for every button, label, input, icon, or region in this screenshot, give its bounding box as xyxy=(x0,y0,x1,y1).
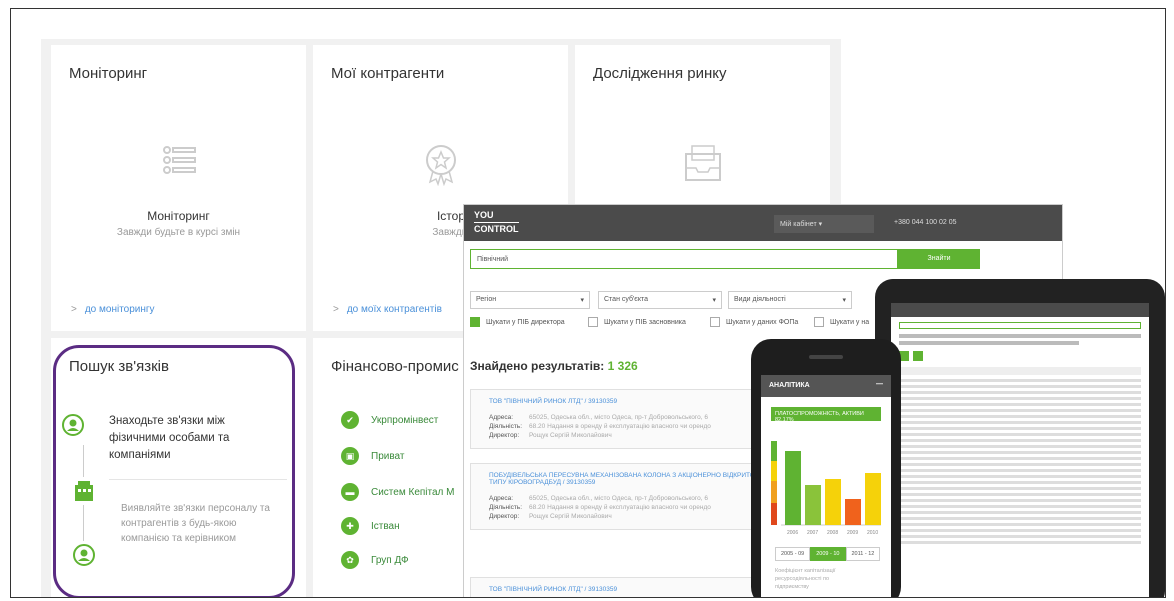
card-monitoring[interactable]: Моніторинг Моніторинг Завжди будьте в ку… xyxy=(51,45,306,331)
cabinet-dropdown[interactable]: Мій кабінет ▾ xyxy=(774,215,874,233)
phone-header: АНАЛІТИКА — xyxy=(761,375,891,397)
checkbox-founder[interactable]: Шукати у ПІБ засновника xyxy=(588,317,686,327)
chevron-down-icon: ▾ xyxy=(842,297,846,304)
checkbox-other[interactable]: Шукати у на xyxy=(814,317,869,327)
phone-caption: Коефіцієнт капіталізації ресурсодіяльнос… xyxy=(775,568,836,590)
checkbox-icon xyxy=(710,317,720,327)
result-title[interactable]: ТОВ "ПІВНІЧНИЙ РИНОК ЛТД" / 39130359 xyxy=(489,398,781,405)
checkbox-checked-icon xyxy=(470,317,480,327)
tablet-screen xyxy=(891,303,1149,597)
group-logo-icon: ✔ xyxy=(341,411,359,429)
chevron-right-icon: > xyxy=(333,304,339,315)
search-button[interactable]: Знайти xyxy=(898,249,980,269)
screenshot-frame: Моніторинг Моніторинг Завжди будьте в ку… xyxy=(10,8,1166,598)
year-label: 2009 xyxy=(847,530,858,536)
list-icon xyxy=(162,146,196,174)
year-label: 2008 xyxy=(827,530,838,536)
results-count: Знайдено результатів: 1 326 xyxy=(470,359,638,373)
award-icon xyxy=(425,145,456,186)
inbox-icon xyxy=(684,145,721,181)
tab-period-1[interactable]: 2005 - 09 xyxy=(775,547,811,561)
result-title[interactable]: ТОВ "ПІВНІЧНИЙ РИНОК ЛТД" / 39130359 xyxy=(489,586,781,593)
phone-screen: АНАЛІТИКА — ПЛАТОСПРОМОЖНІСТЬ, АКТИВИ 82,… xyxy=(761,375,891,597)
finance-item[interactable]: ✔ Укрпромінвест xyxy=(341,411,438,429)
bar-chart: 2006 2007 2008 2009 2010 xyxy=(771,441,881,536)
checkbox-fop[interactable]: Шукати у даних ФОПа xyxy=(710,317,798,327)
menu-icon[interactable]: — xyxy=(876,381,883,388)
card-title: Мої контрагенти xyxy=(331,65,445,82)
chevron-down-icon: ▾ xyxy=(580,297,584,304)
phone-device: АНАЛІТИКА — ПЛАТОСПРОМОЖНІСТЬ, АКТИВИ 82,… xyxy=(751,339,901,597)
chevron-down-icon: ▾ xyxy=(818,221,823,228)
year-label: 2010 xyxy=(867,530,878,536)
counterparties-link[interactable]: > до моїх контрагентів xyxy=(333,304,442,315)
group-logo-icon: ▣ xyxy=(341,447,359,465)
result-title[interactable]: ПОБУДІВЕЛЬСЬКА ПЕРЕСУВНА МЕХАНІЗОВАНА КО… xyxy=(489,472,781,486)
checkbox-icon xyxy=(588,317,598,327)
activity-select[interactable]: Види діяльності ▾ xyxy=(728,291,852,309)
year-label: 2007 xyxy=(807,530,818,536)
chevron-down-icon: ▾ xyxy=(712,297,716,304)
card-title: Моніторинг xyxy=(69,65,148,82)
card-heading: Моніторинг xyxy=(147,209,210,223)
status-select[interactable]: Стан суб'єкта ▾ xyxy=(598,291,722,309)
monitoring-link[interactable]: > до моніторингу xyxy=(71,304,155,315)
region-select[interactable]: Регіон ▾ xyxy=(470,291,590,309)
finance-item[interactable]: ▬ Систем Кепітал М xyxy=(341,483,455,501)
chevron-right-icon: > xyxy=(71,304,77,315)
tab-period-3[interactable]: 2011 - 12 xyxy=(845,547,881,561)
tab-period-2[interactable]: 2009 - 10 xyxy=(810,547,846,561)
checkbox-director[interactable]: Шукати у ПІБ директора xyxy=(470,317,565,327)
relations-highlight xyxy=(53,345,295,597)
year-label: 2006 xyxy=(787,530,798,536)
search-input[interactable]: Північний xyxy=(470,249,898,269)
group-logo-icon: ▬ xyxy=(341,483,359,501)
card-title: Фінансово-промис xyxy=(331,358,459,375)
finance-item[interactable]: ✿ Груп ДФ xyxy=(341,551,409,569)
tablet-header xyxy=(891,303,1149,317)
group-logo-icon: ✿ xyxy=(341,551,359,569)
card-subtitle: Завжди будьте в курсі змін xyxy=(116,227,241,238)
period-tabs: 2005 - 09 2009 - 10 2011 - 12 xyxy=(775,547,881,561)
desktop-header: YOU CONTROL Мій кабінет ▾ +380 044 100 02… xyxy=(464,205,1062,241)
logo: YOU CONTROL xyxy=(474,210,519,234)
solvency-badge: ПЛАТОСПРОМОЖНІСТЬ, АКТИВИ 82,17% xyxy=(771,407,881,423)
card-title: Дослідження ринку xyxy=(593,65,727,82)
checkbox-icon xyxy=(814,317,824,327)
speaker xyxy=(809,355,843,359)
finance-item[interactable]: ✚ Істван xyxy=(341,517,400,535)
group-logo-icon: ✚ xyxy=(341,517,359,535)
phone-number: +380 044 100 02 05 xyxy=(894,219,957,226)
tablet-search xyxy=(899,322,1141,329)
finance-item[interactable]: ▣ Приват xyxy=(341,447,404,465)
tablet-device xyxy=(875,279,1165,597)
